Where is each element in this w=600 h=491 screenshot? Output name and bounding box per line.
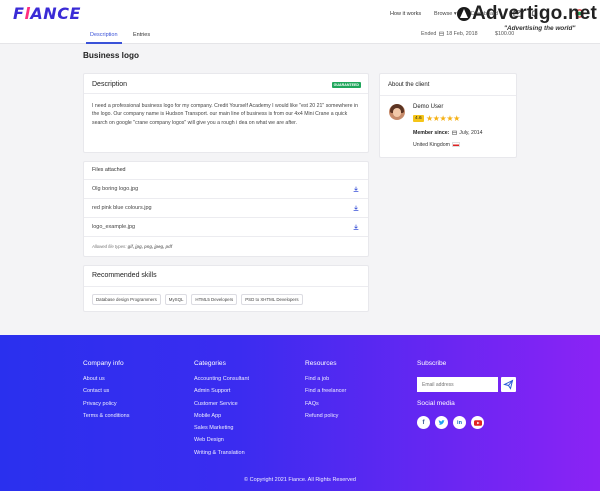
divider	[84, 286, 368, 287]
send-icon	[503, 379, 514, 390]
site-logo[interactable]: FlANCE	[13, 4, 81, 23]
footer-link[interactable]: Privacy policy	[83, 401, 129, 407]
client-avatar	[389, 104, 405, 120]
member-since: Member since: July, 2014	[413, 130, 483, 136]
skill-chip[interactable]: HTML5 Developers	[191, 294, 238, 305]
divider	[84, 236, 368, 237]
description-card: Description GUARANTEED I need a professi…	[83, 73, 369, 153]
nav-how-it-works[interactable]: How it works	[390, 11, 421, 17]
file-row[interactable]: Olg boring logo.jpg	[84, 179, 368, 198]
footer-link[interactable]: Refund policy	[305, 413, 346, 419]
description-title: Description	[92, 81, 128, 88]
footer-categories: Categories Accounting Consultant Admin S…	[194, 360, 249, 462]
divider	[380, 95, 516, 96]
footer-link[interactable]: Terms & conditions	[83, 413, 129, 419]
footer-heading: Categories	[194, 360, 226, 367]
client-country: United Kingdom	[413, 142, 460, 148]
subscribe-email-input[interactable]	[417, 377, 498, 392]
files-title: Files attached	[92, 167, 126, 173]
files-attached-card: Files attached Olg boring logo.jpg red p…	[83, 161, 369, 257]
skill-chip[interactable]: Database design Programmers	[92, 294, 161, 305]
tab-entries[interactable]: Entries	[133, 32, 150, 38]
nav-browse-dropdown[interactable]: Browse ▾	[434, 11, 457, 17]
footer-subscribe: Subscribe	[417, 360, 446, 376]
guaranteed-badge: GUARANTEED	[331, 82, 361, 88]
file-name[interactable]: logo_example.jpg	[92, 224, 135, 230]
skill-chip[interactable]: PSD to XHTML Developers	[241, 294, 303, 305]
file-row[interactable]: red pink blue colours.jpg	[84, 198, 368, 217]
download-icon[interactable]	[353, 205, 359, 211]
footer-heading: Company info	[83, 360, 124, 367]
facebook-icon[interactable]: f	[417, 416, 430, 429]
footer-link[interactable]: Admin Support	[194, 388, 249, 394]
file-row[interactable]: logo_example.jpg	[84, 217, 368, 236]
advertigo-watermark: Advertigo.net "Advertising the world"	[456, 3, 600, 39]
calendar-icon	[439, 31, 444, 36]
watermark-tagline: "Advertising the world"	[504, 25, 576, 32]
watermark-title: Advertigo.net	[472, 3, 598, 24]
copyright-text: © Copyright 2021 Fiance. All Rights Rese…	[244, 477, 356, 483]
recommended-skills-card: Recommended skills Database design Progr…	[83, 265, 369, 312]
footer-link[interactable]: About us	[83, 376, 129, 382]
subscribe-send-button[interactable]	[501, 377, 516, 392]
footer-resources: Resources Find a job Find a freelancer F…	[305, 360, 346, 425]
footer-heading: Subscribe	[417, 360, 447, 367]
file-name[interactable]: Olg boring logo.jpg	[92, 186, 138, 192]
skill-chip[interactable]: MySQL	[164, 294, 188, 305]
footer-link[interactable]: Contact us	[83, 388, 129, 394]
footer-link[interactable]: Find a job	[305, 376, 346, 382]
footer-heading: Resources	[305, 360, 337, 367]
footer-link[interactable]: Mobile App	[194, 413, 249, 419]
social-media-heading: Social media	[417, 400, 455, 407]
divider	[84, 93, 368, 94]
skills-list: Database design Programmers MySQL HTML5 …	[92, 294, 303, 305]
linkedin-icon[interactable]: in	[453, 416, 466, 429]
client-rating-value: 4.6	[413, 115, 424, 122]
footer-link[interactable]: Sales Marketing	[194, 425, 249, 431]
youtube-icon[interactable]	[471, 416, 484, 429]
footer-link[interactable]: Customer Service	[194, 401, 249, 407]
footer-link[interactable]: Find a freelancer	[305, 388, 346, 394]
country-flag-icon	[451, 142, 460, 148]
download-icon[interactable]	[353, 186, 359, 192]
description-text: I need a professional business logo for …	[92, 103, 358, 126]
download-icon[interactable]	[353, 224, 359, 230]
calendar-icon	[452, 130, 457, 135]
about-client-card: About the client Demo User 4.6 ★★★★★ Mem…	[379, 73, 517, 158]
footer-link[interactable]: Writing & Translation	[194, 450, 249, 456]
file-name[interactable]: red pink blue colours.jpg	[92, 205, 152, 211]
tab-description[interactable]: Description	[86, 32, 121, 44]
page-title: Business logo	[83, 51, 139, 60]
skills-title: Recommended skills	[92, 272, 157, 279]
footer-company-info: Company info About us Contact us Privacy…	[83, 360, 129, 425]
footer-link[interactable]: FAQs	[305, 401, 346, 407]
twitter-icon[interactable]	[435, 416, 448, 429]
client-card-title: About the client	[388, 82, 430, 88]
star-rating-icon: ★★★★★	[426, 114, 460, 123]
client-name[interactable]: Demo User	[413, 104, 443, 110]
watermark-logo-icon	[457, 7, 471, 21]
footer-link[interactable]: Web Design	[194, 437, 249, 443]
footer-link[interactable]: Accounting Consultant	[194, 376, 249, 382]
allowed-file-types: Allowed file types: gif, jpg, png, jpeg,…	[92, 244, 173, 249]
site-footer: Company info About us Contact us Privacy…	[0, 335, 600, 491]
